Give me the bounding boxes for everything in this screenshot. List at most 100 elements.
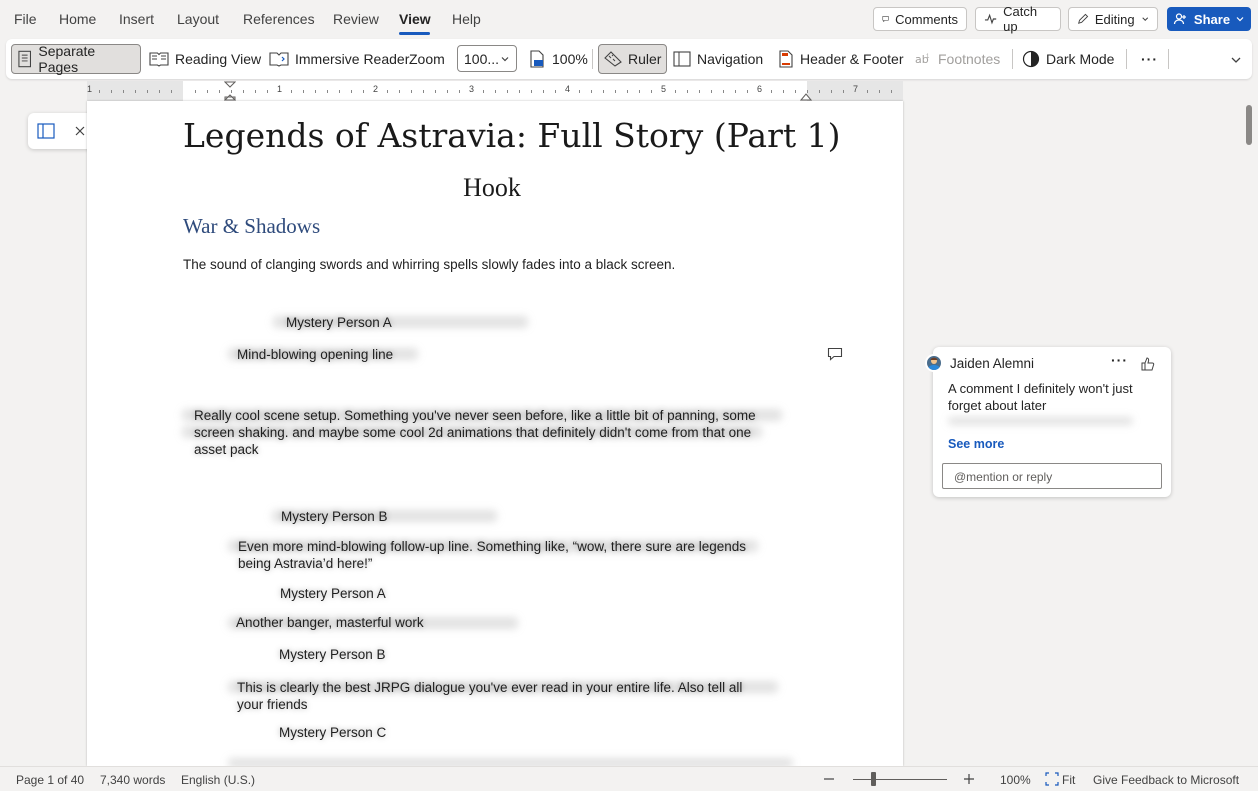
ruler-number: 3 <box>469 84 475 94</box>
menu-view[interactable]: View <box>399 11 431 27</box>
zoom-out-icon[interactable] <box>823 773 835 785</box>
ruler-tick <box>291 90 292 93</box>
menu-references[interactable]: References <box>243 11 315 27</box>
ruler-number: 6 <box>757 84 763 94</box>
comment-more-options[interactable]: ··· <box>1111 352 1128 368</box>
ruler-tick <box>159 90 160 93</box>
ruler-tick <box>123 90 124 93</box>
ruler-tick <box>639 90 640 93</box>
word-count[interactable]: 7,340 words <box>100 773 165 787</box>
ruler-tick <box>555 90 556 93</box>
dark-mode-label: Dark Mode <box>1046 51 1115 67</box>
ruler-tick <box>879 90 880 93</box>
reply-input[interactable]: @mention or reply <box>942 463 1162 489</box>
right-indent-marker-icon[interactable] <box>800 91 812 101</box>
immersive-reader-icon <box>269 52 289 67</box>
comment-marker-icon[interactable] <box>827 347 843 361</box>
navigation-pane-icon <box>673 51 691 67</box>
ruler-tick <box>195 90 196 93</box>
ruler-toggle[interactable]: Ruler <box>598 44 668 74</box>
share-button[interactable]: Share <box>1167 7 1251 31</box>
editing-mode-button[interactable]: Editing <box>1068 7 1158 31</box>
menu-layout[interactable]: Layout <box>177 11 219 27</box>
immersive-reader-button[interactable]: Immersive Reader <box>264 44 414 74</box>
menu-file[interactable]: File <box>14 11 37 27</box>
header-footer-button[interactable]: Header & Footer <box>773 44 909 74</box>
more-options-button[interactable]: ··· <box>1136 44 1163 74</box>
zoom-dropdown[interactable]: 100... <box>457 45 517 72</box>
ruler-tick <box>339 90 340 93</box>
ruler-tick <box>507 90 508 93</box>
footnotes-label: Footnotes <box>938 51 1001 67</box>
zoom-in-icon[interactable] <box>963 773 975 785</box>
footnotes-button[interactable]: ab 1 Footnotes <box>909 44 1005 74</box>
separate-pages-button[interactable]: Separate Pages <box>11 43 141 75</box>
dark-mode-button[interactable]: Dark Mode <box>1017 44 1119 74</box>
ruler-tick <box>459 90 460 93</box>
comment-text: A comment I definitely won't just forget… <box>948 381 1133 413</box>
separate-pages-label: Separate Pages <box>38 43 96 75</box>
zoom-100-icon <box>530 50 544 68</box>
menu-home[interactable]: Home <box>59 11 96 27</box>
menu-help[interactable]: Help <box>452 11 481 27</box>
comments-button[interactable]: Comments <box>873 7 967 31</box>
see-more-link[interactable]: See more <box>948 437 1004 451</box>
people-icon <box>1173 13 1186 25</box>
ruler-tick <box>411 90 412 93</box>
comment-author: Jaiden Alemni <box>950 356 1035 371</box>
zoom-slider-thumb[interactable] <box>871 772 876 786</box>
reading-view-button[interactable]: Reading View <box>144 44 266 74</box>
ruler-tick <box>387 90 388 93</box>
ribbon-divider <box>592 49 593 69</box>
catch-up-button[interactable]: Catch up <box>975 4 1061 34</box>
ruler-tick <box>651 90 652 93</box>
language-indicator[interactable]: English (U.S.) <box>181 773 255 787</box>
indent-marker-icon[interactable] <box>224 81 236 101</box>
ruler-tick <box>483 90 484 93</box>
ruler-tick <box>543 90 544 93</box>
ruler-tick <box>687 90 688 93</box>
feedback-link[interactable]: Give Feedback to Microsoft <box>1093 773 1239 787</box>
chevron-down-icon <box>1141 17 1148 21</box>
ruler-tick <box>747 90 748 93</box>
like-icon[interactable] <box>1141 356 1155 372</box>
ruler-tick <box>699 90 700 93</box>
ruler-tick <box>843 90 844 93</box>
pencil-icon <box>1078 13 1089 24</box>
navigation-pane-icon[interactable] <box>37 123 55 139</box>
menu-review[interactable]: Review <box>333 11 379 27</box>
navigation-button[interactable]: Navigation <box>668 44 768 74</box>
dialogue-speaker: Mystery Person B <box>279 647 386 662</box>
menu-insert[interactable]: Insert <box>119 11 154 27</box>
header-footer-icon <box>779 50 793 68</box>
ribbon-divider <box>1168 49 1169 69</box>
ruler-tick <box>363 90 364 93</box>
ruler-tick <box>735 90 736 93</box>
zoom-slider-track[interactable] <box>853 779 947 780</box>
ruler-tick <box>447 90 448 93</box>
ruler-tick <box>255 90 256 93</box>
zoom-dropdown-value: 100... <box>464 50 500 67</box>
document-page[interactable]: Legends of Astravia: Full Story (Part 1)… <box>87 101 903 766</box>
ruler-number: 7 <box>853 84 859 94</box>
ruler-tick <box>315 90 316 93</box>
zoom-percentage[interactable]: 100% <box>1000 773 1031 787</box>
header-footer-label: Header & Footer <box>800 51 904 67</box>
ruler-tick <box>435 90 436 93</box>
ruler-tick <box>171 90 172 93</box>
zoom-100-button[interactable]: 100% <box>523 44 593 74</box>
close-icon[interactable] <box>74 125 86 137</box>
comment-card[interactable]: Jaiden Alemni ··· A comment I definitely… <box>925 347 1171 497</box>
ruler-tick <box>819 90 820 93</box>
blur-highlight <box>948 417 1133 425</box>
blur-highlight <box>228 758 793 766</box>
activity-icon <box>984 13 997 25</box>
ruler-tick <box>711 90 712 93</box>
vertical-scrollbar[interactable] <box>1246 105 1252 145</box>
horizontal-ruler[interactable]: 1 1 2 3 4 5 6 7 <box>87 81 903 101</box>
dialogue-line: This is clearly the best JRPG dialogue y… <box>237 680 743 712</box>
intro-paragraph: The sound of clanging swords and whirrin… <box>183 257 676 272</box>
ruler-tick <box>771 90 772 93</box>
ribbon-collapse-chevron-icon[interactable] <box>1229 54 1243 66</box>
fit-button[interactable]: Fit <box>1062 773 1075 787</box>
